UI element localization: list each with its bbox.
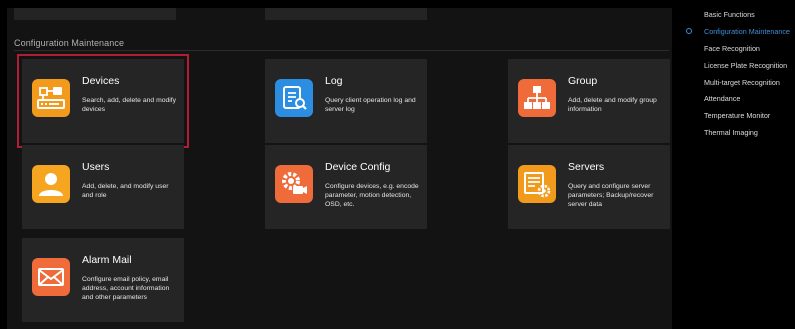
card-description: Configure email policy, email address, a… bbox=[82, 276, 170, 301]
card-description: Add, delete and modify group information bbox=[568, 97, 657, 113]
users-card[interactable]: Users Add, delete, and modify user and r… bbox=[22, 145, 184, 229]
devices-icon bbox=[32, 79, 70, 117]
card-title: Devices bbox=[82, 75, 120, 87]
card-title: Users bbox=[82, 161, 110, 173]
servers-icon bbox=[518, 165, 556, 203]
device-config-icon bbox=[275, 165, 313, 203]
alarm-mail-card[interactable]: Alarm Mail Configure email policy, email… bbox=[22, 238, 184, 322]
card-stub bbox=[265, 8, 427, 20]
device-config-card[interactable]: Device Config Configure devices, e.g. en… bbox=[265, 145, 427, 229]
log-card[interactable]: Log Query client operation log and serve… bbox=[265, 59, 427, 143]
card-title: Log bbox=[325, 75, 343, 87]
card-description: Configure devices, e.g. encode parameter… bbox=[325, 183, 419, 208]
servers-card[interactable]: Servers Query and configure server param… bbox=[508, 145, 670, 229]
sidebar-item-face-recognition[interactable]: Face Recognition bbox=[704, 44, 760, 53]
card-title: Group bbox=[568, 75, 598, 87]
card-title: Servers bbox=[568, 161, 605, 173]
sidebar-item-license-plate-recognition[interactable]: License Plate Recognition bbox=[704, 61, 787, 70]
sidebar-item-thermal-imaging[interactable]: Thermal Imaging bbox=[704, 128, 758, 137]
log-icon bbox=[275, 79, 313, 117]
main-panel: Configuration Maintenance Devices Search… bbox=[7, 8, 672, 329]
card-title: Alarm Mail bbox=[82, 254, 132, 266]
card-description: Search, add, delete and modify devices bbox=[82, 97, 177, 113]
configuration-screen: Configuration Maintenance Devices Search… bbox=[0, 0, 795, 329]
sidebar-item-temperature-monitor[interactable]: Temperature Monitor bbox=[704, 111, 770, 120]
sidebar-item-basic-functions[interactable]: Basic Functions bbox=[704, 10, 755, 19]
sidebar-item-configuration-maintenance[interactable]: Configuration Maintenance bbox=[704, 27, 790, 36]
active-indicator-icon bbox=[686, 28, 692, 34]
section-divider bbox=[14, 50, 669, 51]
devices-card[interactable]: Devices Search, add, delete and modify d… bbox=[17, 54, 189, 148]
sidebar-item-multi-target-recognition[interactable]: Multi-target Recognition bbox=[704, 78, 780, 87]
card-stub bbox=[14, 8, 176, 20]
sidebar-item-attendance[interactable]: Attendance bbox=[704, 94, 740, 103]
card-description: Query and configure server parameters; B… bbox=[568, 183, 654, 208]
group-icon bbox=[518, 79, 556, 117]
mail-icon bbox=[32, 258, 70, 296]
card-description: Query client operation log and server lo… bbox=[325, 97, 416, 113]
user-icon bbox=[32, 165, 70, 203]
card-title: Device Config bbox=[325, 161, 391, 173]
section-title: Configuration Maintenance bbox=[14, 38, 125, 48]
card-description: Add, delete, and modify user and role bbox=[82, 183, 169, 199]
sidebar-nav: Basic Functions Configuration Maintenanc… bbox=[682, 0, 795, 329]
group-card[interactable]: Group Add, delete and modify group infor… bbox=[508, 59, 670, 143]
